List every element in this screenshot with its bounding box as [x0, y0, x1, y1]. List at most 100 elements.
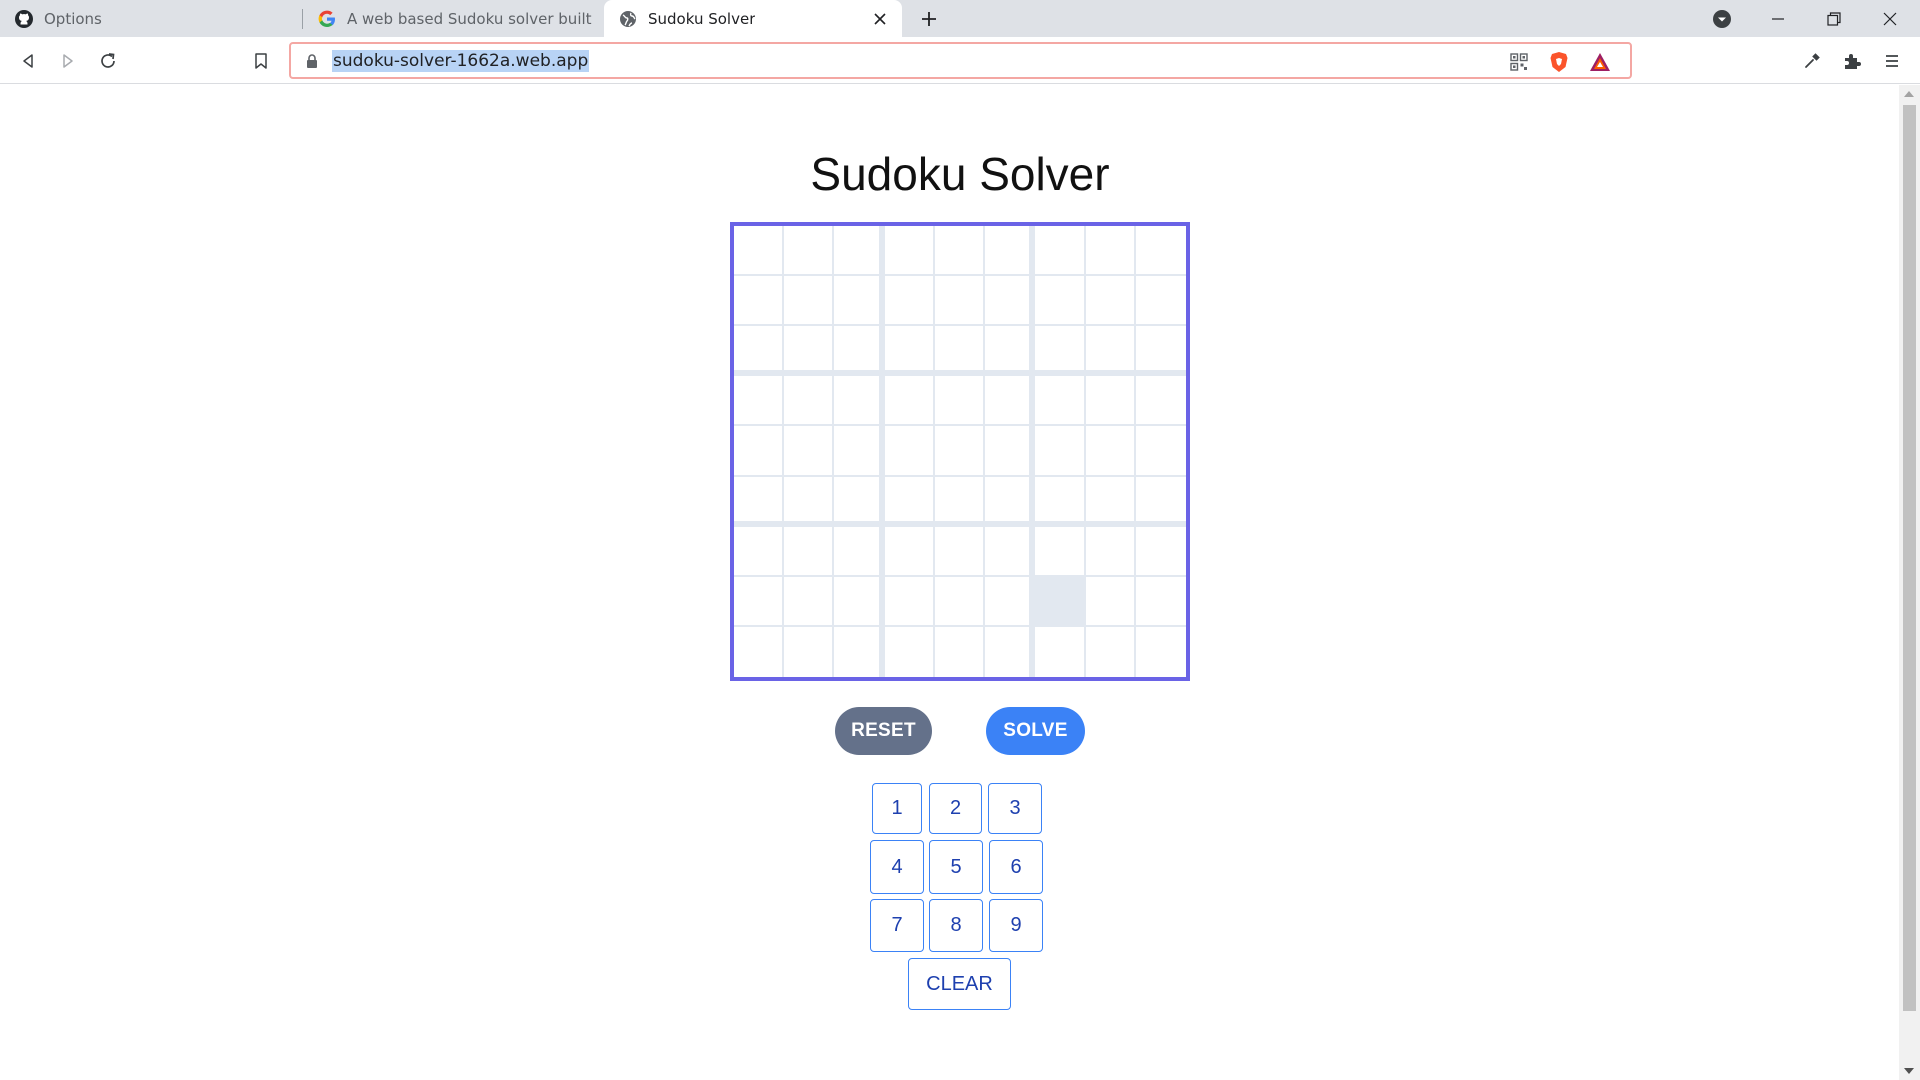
- board-cell[interactable]: [1035, 226, 1086, 277]
- board-cell[interactable]: [1135, 376, 1186, 427]
- board-cell[interactable]: [1085, 626, 1136, 677]
- url-text[interactable]: sudoku-solver-1662a.web.app: [332, 50, 590, 72]
- board-cell[interactable]: [1085, 476, 1136, 527]
- board-cell[interactable]: [884, 576, 935, 627]
- board-cell[interactable]: [834, 326, 885, 377]
- board-cell[interactable]: [934, 276, 986, 327]
- eyedropper-icon[interactable]: [1798, 47, 1826, 75]
- keypad-button-4[interactable]: 4: [870, 840, 924, 894]
- board-cell[interactable]: [884, 476, 935, 527]
- board-cell[interactable]: [985, 426, 1036, 477]
- address-bar[interactable]: sudoku-solver-1662a.web.app: [289, 42, 1632, 79]
- tab-google[interactable]: A web based Sudoku solver built using: [303, 0, 603, 37]
- qr-code-icon[interactable]: [1506, 49, 1532, 75]
- board-cell[interactable]: [934, 376, 986, 427]
- board-cell[interactable]: [784, 576, 835, 627]
- close-window-icon[interactable]: [1862, 0, 1918, 37]
- keypad-button-8[interactable]: 8: [929, 899, 983, 952]
- board-cell[interactable]: [734, 376, 785, 427]
- board-cell[interactable]: [884, 376, 935, 427]
- close-tab-icon[interactable]: [870, 9, 890, 29]
- board-cell[interactable]: [784, 226, 835, 277]
- board-cell[interactable]: [1035, 576, 1086, 627]
- board-cell[interactable]: [934, 626, 986, 677]
- board-cell[interactable]: [1085, 426, 1136, 477]
- board-cell[interactable]: [1135, 226, 1186, 277]
- page-scrollbar[interactable]: [1899, 85, 1920, 1080]
- board-cell[interactable]: [884, 326, 935, 377]
- board-cell[interactable]: [784, 626, 835, 677]
- board-cell[interactable]: [1035, 476, 1086, 527]
- board-cell[interactable]: [884, 276, 935, 327]
- board-cell[interactable]: [1035, 276, 1086, 327]
- board-cell[interactable]: [834, 626, 885, 677]
- board-cell[interactable]: [1035, 526, 1086, 577]
- forward-icon[interactable]: [54, 47, 82, 75]
- board-cell[interactable]: [1085, 576, 1136, 627]
- minimize-icon[interactable]: [1750, 0, 1806, 37]
- new-tab-button[interactable]: [916, 6, 942, 32]
- board-cell[interactable]: [934, 226, 986, 277]
- board-cell[interactable]: [784, 276, 835, 327]
- brave-rewards-icon[interactable]: [1587, 49, 1613, 75]
- scrollbar-thumb[interactable]: [1903, 105, 1916, 1011]
- keypad-button-5[interactable]: 5: [929, 840, 983, 894]
- board-cell[interactable]: [734, 626, 785, 677]
- keypad-button-6[interactable]: 6: [989, 840, 1043, 894]
- board-cell[interactable]: [1035, 326, 1086, 377]
- board-cell[interactable]: [934, 576, 986, 627]
- reload-icon[interactable]: [94, 47, 122, 75]
- board-cell[interactable]: [834, 226, 885, 277]
- board-cell[interactable]: [1135, 326, 1186, 377]
- board-cell[interactable]: [834, 426, 885, 477]
- board-cell[interactable]: [734, 426, 785, 477]
- board-cell[interactable]: [1135, 626, 1186, 677]
- menu-icon[interactable]: [1878, 47, 1906, 75]
- board-cell[interactable]: [934, 326, 986, 377]
- extensions-icon[interactable]: [1838, 47, 1866, 75]
- board-cell[interactable]: [784, 426, 835, 477]
- board-cell[interactable]: [985, 476, 1036, 527]
- keypad-button-7[interactable]: 7: [870, 899, 924, 952]
- board-cell[interactable]: [1035, 426, 1086, 477]
- back-icon[interactable]: [14, 47, 42, 75]
- board-cell[interactable]: [834, 476, 885, 527]
- board-cell[interactable]: [985, 526, 1036, 577]
- board-cell[interactable]: [834, 576, 885, 627]
- keypad-button-9[interactable]: 9: [989, 899, 1043, 952]
- board-cell[interactable]: [734, 526, 785, 577]
- keypad-button-2[interactable]: 2: [929, 783, 982, 834]
- board-cell[interactable]: [1085, 226, 1136, 277]
- board-cell[interactable]: [934, 476, 986, 527]
- board-cell[interactable]: [1085, 326, 1136, 377]
- board-cell[interactable]: [834, 526, 885, 577]
- restore-icon[interactable]: [1806, 0, 1862, 37]
- board-cell[interactable]: [934, 526, 986, 577]
- board-cell[interactable]: [834, 376, 885, 427]
- board-cell[interactable]: [1085, 526, 1136, 577]
- board-cell[interactable]: [834, 276, 885, 327]
- brave-shield-icon[interactable]: [1546, 49, 1572, 75]
- board-cell[interactable]: [985, 576, 1036, 627]
- scroll-down-arrow[interactable]: [1904, 1068, 1914, 1074]
- solve-button[interactable]: SOLVE: [986, 707, 1085, 755]
- keypad-button-3[interactable]: 3: [988, 783, 1042, 834]
- board-cell[interactable]: [734, 276, 785, 327]
- keypad-button-1[interactable]: 1: [872, 783, 922, 834]
- board-cell[interactable]: [1135, 476, 1186, 527]
- board-cell[interactable]: [884, 626, 935, 677]
- board-cell[interactable]: [985, 626, 1036, 677]
- clear-button[interactable]: CLEAR: [908, 958, 1011, 1010]
- board-cell[interactable]: [734, 476, 785, 527]
- board-cell[interactable]: [934, 426, 986, 477]
- board-cell[interactable]: [784, 476, 835, 527]
- board-cell[interactable]: [784, 376, 835, 427]
- board-cell[interactable]: [985, 326, 1036, 377]
- board-cell[interactable]: [884, 426, 935, 477]
- board-cell[interactable]: [1135, 276, 1186, 327]
- board-cell[interactable]: [985, 276, 1036, 327]
- board-cell[interactable]: [1135, 426, 1186, 477]
- board-cell[interactable]: [884, 226, 935, 277]
- tab-search-icon[interactable]: [1694, 0, 1750, 37]
- board-cell[interactable]: [884, 526, 935, 577]
